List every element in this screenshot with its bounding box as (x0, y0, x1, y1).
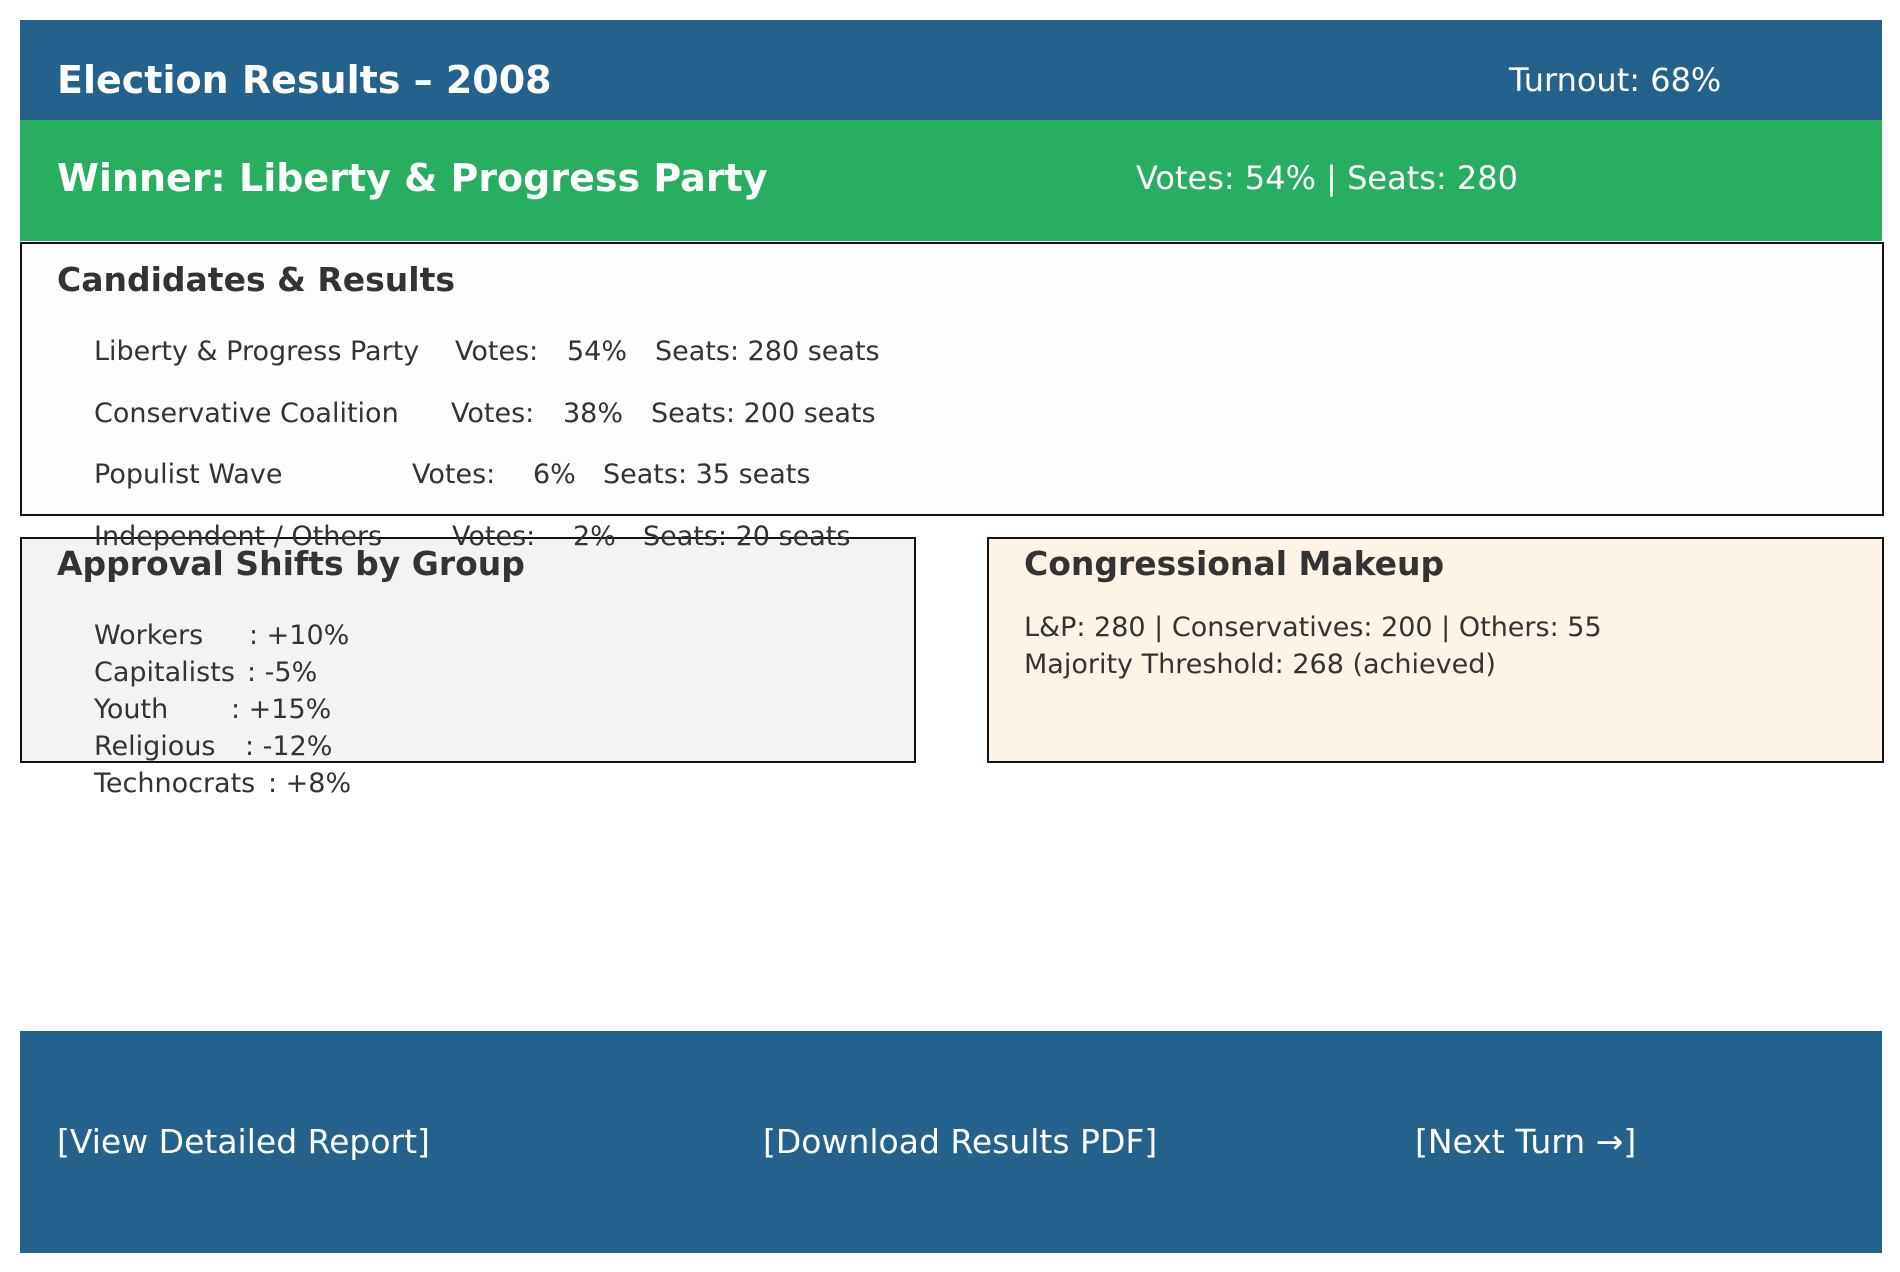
approval-shift: : +15% (231, 694, 332, 725)
congress-title: Congressional Makeup (1024, 544, 1445, 583)
candidate-seats: Seats: 35 seats (603, 459, 811, 490)
view-report-button[interactable]: [View Detailed Report] (57, 1125, 430, 1158)
approval-shift: : -5% (247, 657, 318, 688)
approval-title: Approval Shifts by Group (57, 544, 525, 583)
winner-summary: Votes: 54% | Seats: 280 (1136, 159, 1518, 197)
winner-label: Winner: Liberty & Progress Party (57, 156, 768, 200)
candidates-title: Candidates & Results (57, 260, 456, 299)
congress-seat-line: L&P: 280 | Conservatives: 200 | Others: … (1024, 612, 1602, 643)
candidate-votes-label: Votes: (455, 336, 539, 367)
page-title: Election Results – 2008 (57, 58, 552, 102)
approval-group: Religious (94, 731, 216, 762)
approval-shift: : +8% (268, 768, 352, 799)
candidate-votes: 6% (533, 459, 576, 490)
download-pdf-button[interactable]: [Download Results PDF] (763, 1125, 1157, 1158)
candidate-name: Populist Wave (94, 459, 283, 490)
approval-group: Technocrats (94, 768, 256, 799)
candidate-name: Liberty & Progress Party (94, 336, 420, 367)
approval-shift: : +10% (249, 620, 350, 651)
next-turn-button[interactable]: [Next Turn →] (1415, 1125, 1636, 1158)
candidate-votes-label: Votes: (412, 459, 496, 490)
approval-group: Workers (94, 620, 204, 651)
approval-shift: : -12% (245, 731, 333, 762)
candidate-seats: Seats: 200 seats (651, 398, 876, 429)
candidate-seats: Seats: 20 seats (643, 521, 851, 552)
candidate-votes: 54% (567, 336, 628, 367)
candidate-name: Conservative Coalition (94, 398, 399, 429)
candidate-votes: 2% (573, 521, 616, 552)
approval-group: Youth (94, 694, 169, 725)
turnout-stat: Turnout: 68% (1509, 61, 1722, 99)
candidate-seats: Seats: 280 seats (655, 336, 880, 367)
candidate-votes: 38% (563, 398, 624, 429)
candidate-votes-label: Votes: (451, 398, 535, 429)
congress-majority-line: Majority Threshold: 268 (achieved) (1024, 649, 1496, 680)
approval-group: Capitalists (94, 657, 235, 688)
